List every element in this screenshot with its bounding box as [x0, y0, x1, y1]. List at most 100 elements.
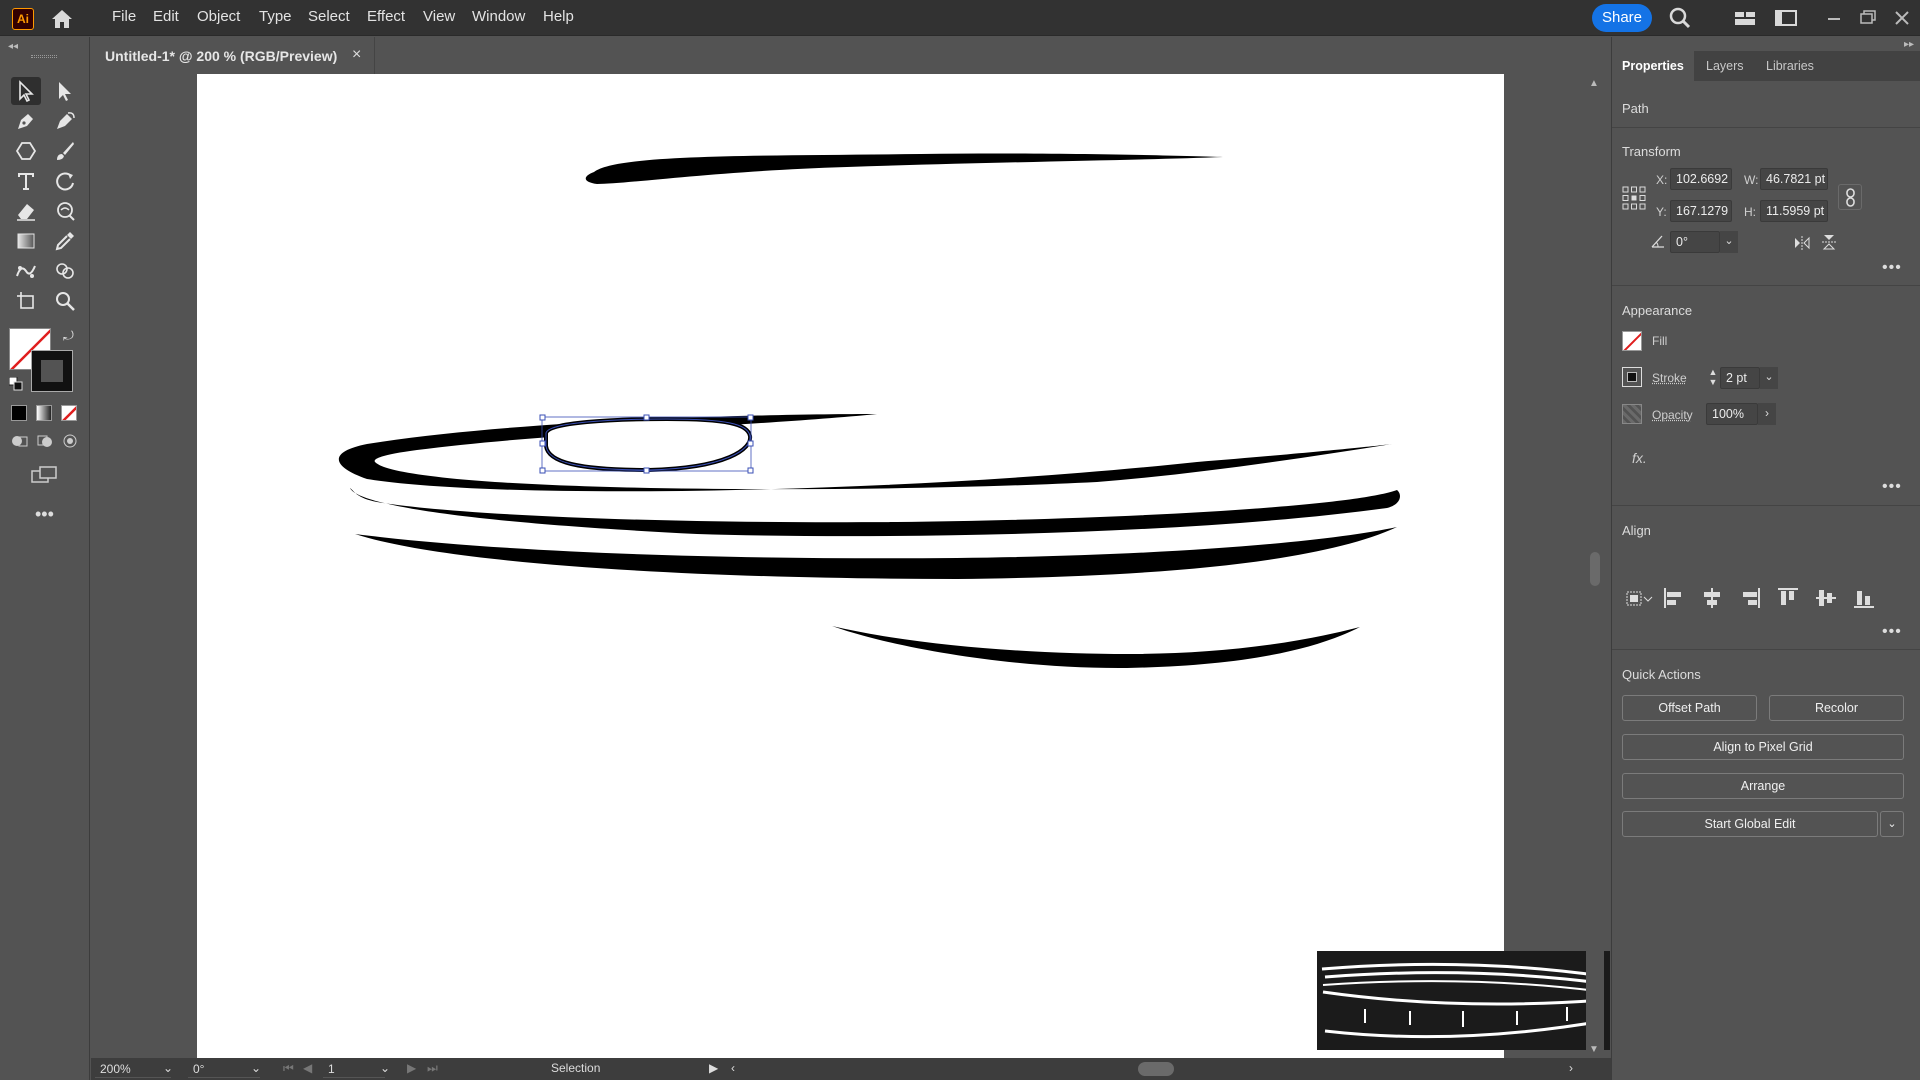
zoom-dropdown-icon[interactable]: ⌄ [163, 1061, 173, 1075]
stroke-weight-input[interactable]: 2 pt [1720, 367, 1760, 389]
scroll-right-icon[interactable]: › [1569, 1061, 1573, 1075]
menu-file[interactable]: File [112, 8, 136, 25]
none-mode-icon[interactable] [61, 405, 77, 421]
x-input[interactable]: 102.6692 p [1670, 168, 1732, 190]
align-vertical-center-icon[interactable] [1814, 586, 1838, 610]
default-colors-icon[interactable] [9, 377, 23, 391]
next-artboard-icon[interactable]: ▶ [407, 1061, 416, 1075]
more-tools-icon[interactable]: ••• [35, 504, 54, 525]
recolor-button[interactable]: Recolor [1769, 695, 1904, 721]
angle-input[interactable]: 0° [1670, 231, 1720, 253]
fx-icon[interactable]: fx. [1632, 450, 1647, 466]
rotation-dropdown-icon[interactable]: ⌄ [251, 1061, 261, 1075]
opacity-input[interactable]: 100% [1706, 403, 1758, 425]
tab-libraries[interactable]: Libraries [1756, 51, 1824, 81]
selection-tool-icon[interactable] [11, 77, 41, 105]
paintbrush-tool-icon[interactable] [50, 137, 80, 165]
curvature-tool-icon[interactable] [50, 107, 80, 135]
menu-edit[interactable]: Edit [153, 8, 179, 25]
window-icon[interactable] [1774, 7, 1798, 29]
artwork[interactable] [197, 74, 1504, 1058]
type-tool-icon[interactable] [11, 167, 41, 195]
workspace-icon[interactable] [1733, 7, 1757, 29]
draw-behind-icon[interactable] [36, 433, 54, 449]
stroke-color-swatch[interactable] [1622, 367, 1642, 387]
first-artboard-icon[interactable]: ⏮ [283, 1061, 294, 1076]
shape-tool-icon[interactable] [11, 137, 41, 165]
stroke-weight-dropdown[interactable]: ⌄ [1760, 367, 1778, 389]
h-input[interactable]: 11.5959 pt [1760, 200, 1828, 222]
puppet-warp-tool-icon[interactable] [11, 257, 41, 285]
reference-point-icon[interactable] [1622, 186, 1646, 210]
menu-help[interactable]: Help [543, 8, 574, 25]
y-input[interactable]: 167.1279 p [1670, 200, 1732, 222]
toolbar-grip[interactable] [31, 55, 57, 58]
align-bottom-icon[interactable] [1852, 586, 1876, 610]
stroke-swatch[interactable] [31, 350, 73, 392]
fill-color-swatch[interactable] [1622, 331, 1642, 351]
draw-inside-icon[interactable] [62, 433, 80, 449]
menu-select[interactable]: Select [308, 8, 350, 25]
eyedropper-tool-icon[interactable] [50, 227, 80, 255]
zoom-tool-icon[interactable] [50, 287, 80, 315]
stroke-stepper[interactable]: ▲ ▼ [1706, 367, 1720, 389]
artboard[interactable] [197, 74, 1504, 1058]
close-tab-icon[interactable]: × [352, 46, 361, 64]
search-icon[interactable] [1668, 7, 1692, 29]
link-icon[interactable] [1838, 184, 1862, 210]
tab-properties[interactable]: Properties [1612, 51, 1694, 81]
align-horizontal-center-icon[interactable] [1700, 586, 1724, 610]
arrange-button[interactable]: Arrange [1622, 773, 1904, 799]
rotate-tool-icon[interactable] [50, 167, 80, 195]
gradient-tool-icon[interactable] [11, 227, 41, 255]
collapse-icon[interactable]: ◂◂ [8, 41, 18, 52]
opacity-label[interactable]: Opacity [1652, 408, 1693, 422]
previous-artboard-icon[interactable]: ◀ [303, 1061, 312, 1075]
align-right-icon[interactable] [1738, 586, 1762, 610]
rotation-field[interactable]: 0° [188, 1060, 260, 1078]
start-global-edit-button[interactable]: Start Global Edit [1622, 811, 1878, 837]
direct-selection-tool-icon[interactable] [50, 77, 80, 105]
menu-effect[interactable]: Effect [367, 8, 405, 25]
artboard-tool-icon[interactable] [11, 287, 41, 315]
draw-normal-icon[interactable] [10, 433, 28, 449]
stroke-label[interactable]: Stroke [1652, 371, 1687, 385]
align-to-selection-icon[interactable] [1624, 586, 1648, 610]
artboard-dropdown-icon[interactable]: ⌄ [380, 1061, 390, 1075]
artboard-number-field[interactable]: 1 [323, 1060, 385, 1078]
flip-horizontal-icon[interactable] [1794, 236, 1810, 250]
color-mode-icon[interactable] [11, 405, 27, 421]
pen-tool-icon[interactable] [11, 107, 41, 135]
selected-path[interactable] [540, 415, 753, 473]
canvas-area[interactable] [91, 74, 1591, 1058]
zoom-field[interactable]: 200% [95, 1060, 171, 1078]
warp-tool-icon[interactable] [50, 197, 80, 225]
restore-icon[interactable] [1856, 7, 1880, 29]
gradient-mode-icon[interactable] [36, 405, 52, 421]
document-tab[interactable]: Untitled-1* @ 200 % (RGB/Preview) × [91, 37, 375, 74]
align-to-pixel-grid-button[interactable]: Align to Pixel Grid [1622, 734, 1904, 760]
menu-view[interactable]: View [423, 8, 455, 25]
opacity-expand-icon[interactable]: › [1758, 403, 1776, 425]
minimize-icon[interactable] [1822, 7, 1846, 29]
last-artboard-icon[interactable]: ⏭ [427, 1061, 438, 1076]
tab-layers[interactable]: Layers [1696, 51, 1754, 81]
collapse-panel-icon[interactable]: ▸▸ [1904, 39, 1914, 50]
flip-vertical-icon[interactable] [1822, 234, 1836, 250]
swap-fill-stroke-icon[interactable]: ⤾ [63, 328, 74, 344]
menu-type[interactable]: Type [259, 8, 292, 25]
eraser-tool-icon[interactable] [11, 197, 41, 225]
more-appearance-options-icon[interactable]: ••• [1882, 478, 1902, 496]
share-button[interactable]: Share [1592, 4, 1652, 32]
align-top-icon[interactable] [1776, 586, 1800, 610]
scroll-down-icon[interactable]: ▼ [1589, 1044, 1599, 1055]
align-left-icon[interactable] [1662, 586, 1686, 610]
global-edit-options-dropdown[interactable]: ⌄ [1880, 811, 1904, 837]
scroll-left-icon[interactable]: ‹ [731, 1061, 735, 1075]
more-align-options-icon[interactable]: ••• [1882, 623, 1902, 641]
status-menu-icon[interactable]: ▶ [709, 1061, 718, 1075]
more-transform-options-icon[interactable]: ••• [1882, 259, 1902, 277]
offset-path-button[interactable]: Offset Path [1622, 695, 1757, 721]
menu-object[interactable]: Object [197, 8, 240, 25]
opacity-icon[interactable] [1622, 404, 1642, 424]
